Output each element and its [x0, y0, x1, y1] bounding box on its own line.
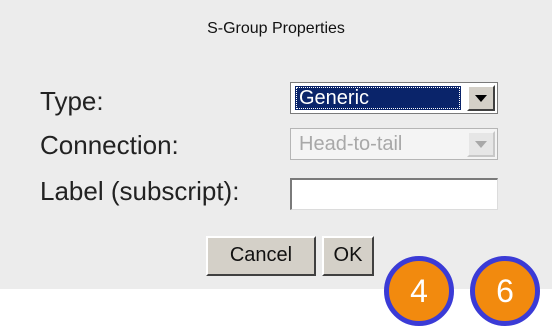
cancel-button[interactable]: Cancel: [206, 236, 316, 276]
type-select[interactable]: Generic: [290, 82, 498, 114]
label-subscript-input[interactable]: [290, 178, 498, 210]
step-badge-6: 6: [470, 256, 540, 326]
type-label: Type:: [40, 86, 104, 116]
label-subscript-label: Label (subscript):: [40, 176, 240, 206]
connection-select-value: Head-to-tail: [299, 133, 403, 155]
chevron-down-icon: [475, 95, 487, 102]
chevron-down-icon: [475, 141, 487, 148]
ok-button[interactable]: OK: [322, 236, 374, 276]
connection-label: Connection:: [40, 130, 179, 160]
connection-dropdown-button: [467, 131, 495, 157]
dialog-title: S-Group Properties: [207, 20, 345, 37]
connection-select: Head-to-tail: [290, 128, 498, 160]
type-dropdown-button[interactable]: [467, 85, 495, 111]
type-select-value: Generic: [295, 86, 461, 110]
sgroup-properties-dialog: S-Group Properties Type: Generic Connect…: [0, 0, 552, 289]
step-badge-4: 4: [384, 256, 454, 326]
